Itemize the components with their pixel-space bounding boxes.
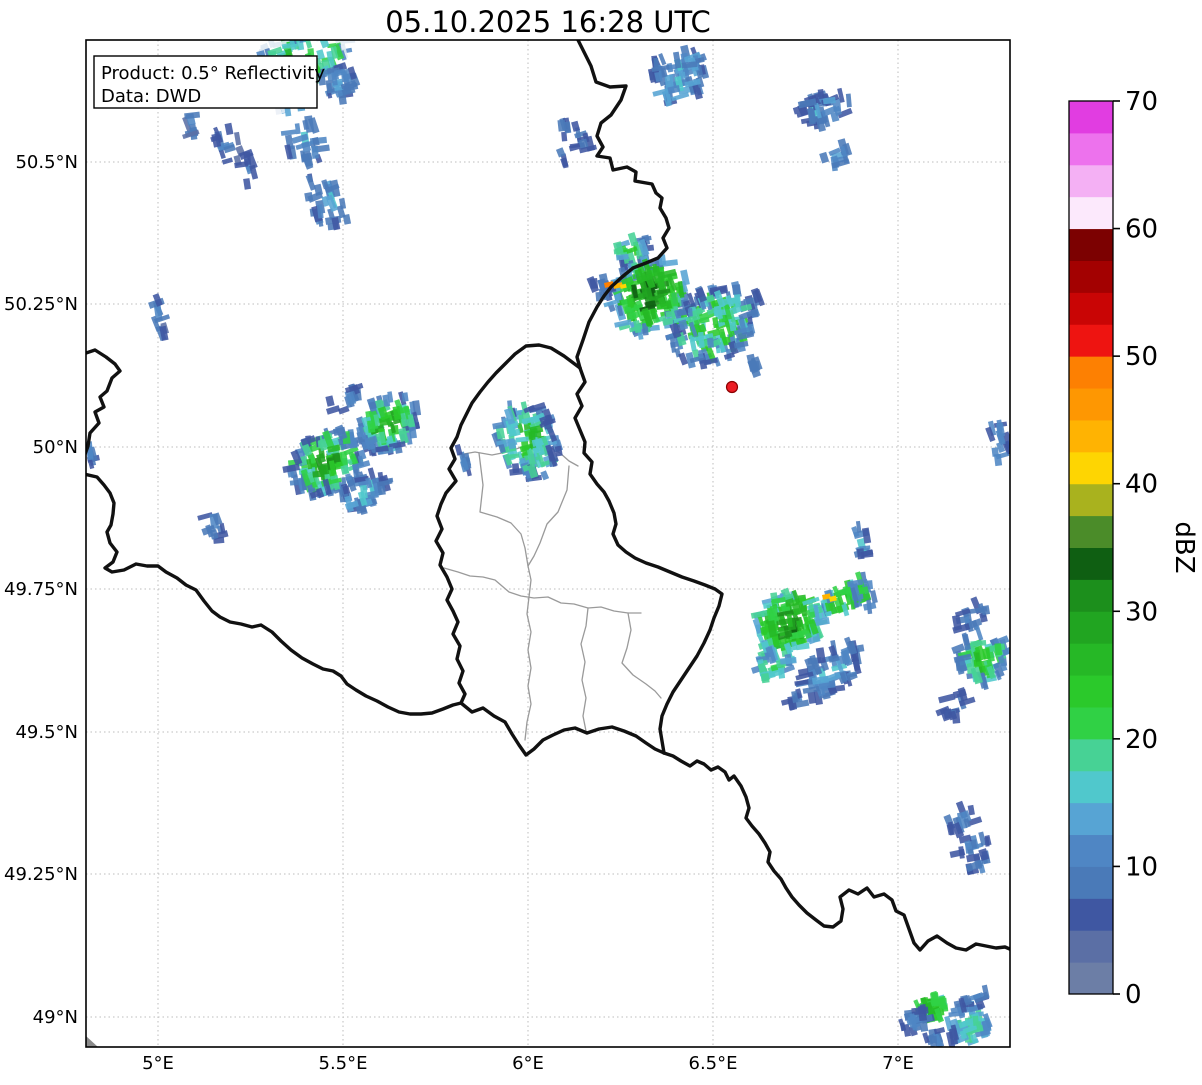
colorbar-segment [1069, 611, 1113, 644]
border-france-belgium [86, 472, 463, 716]
colorbar-segment [1069, 196, 1113, 230]
colorbar-segment [1069, 802, 1113, 836]
colorbar-segment [1069, 101, 1113, 134]
colorbar-segment [1069, 738, 1113, 772]
colorbar-segment [1069, 483, 1113, 517]
echo-blob-speck [304, 173, 352, 231]
colorbar-segment [1069, 228, 1113, 261]
echo-blob-west-blob-top [325, 382, 364, 415]
colorbar-tick-label: 0 [1125, 980, 1142, 1010]
colorbar-segment [1069, 675, 1113, 708]
echo-blob-east-blob [951, 625, 1010, 691]
y-axis-labels: 50.5°N 50.25°N 50°N 49.75°N 49.5°N 49.25°N 49°… [4, 152, 78, 1028]
colorbar-segment [1069, 164, 1113, 198]
colorbar-segment [1069, 292, 1113, 325]
y-tick-label: 50.5°N [15, 152, 78, 173]
colorbar-segment [1069, 451, 1113, 485]
info-box: Product: 0.5° Reflectivity Data: DWD [93, 55, 325, 109]
x-tick-label: 6.5°E [689, 1053, 738, 1074]
echo-blob-speck [851, 520, 874, 560]
colorbar-segment [1069, 866, 1113, 899]
colorbar-segment [1069, 356, 1113, 389]
colorbar-tick-label: 10 [1125, 852, 1158, 882]
info-box-product: Product: 0.5° Reflectivity [101, 63, 325, 84]
echo-blob-speck [943, 800, 983, 839]
echo-blob-speck [234, 148, 259, 190]
echo-blob-nlux-blob [491, 400, 564, 483]
echo-blob-west-blob-sw [282, 424, 371, 501]
border-france-belgium-givet [86, 348, 122, 457]
x-tick-label: 6°E [512, 1053, 544, 1074]
colorbar-tick-label: 50 [1125, 342, 1158, 372]
colorbar-segment [1069, 324, 1113, 357]
colorbar-tick-label: 20 [1125, 725, 1158, 755]
x-axis-labels: 5°E 5.5°E 6°E 6.5°E 7°E [142, 1053, 914, 1074]
colorbar-segment [1069, 515, 1113, 548]
colorbar: 0 10 20 30 40 50 60 70 [1068, 87, 1158, 1010]
figure-title: 05.10.2025 16:28 UTC [385, 5, 711, 39]
colorbar-segment [1069, 260, 1113, 293]
border-luxembourg-belgium [434, 343, 582, 705]
luxembourg-region-borders [443, 444, 662, 741]
y-tick-label: 49.75°N [4, 579, 78, 600]
echo-blob-speck [148, 293, 171, 342]
colorbar-tick-label: 30 [1125, 597, 1158, 627]
echo-blob-speck [454, 443, 472, 477]
echo-blob-speck [182, 111, 201, 141]
colorbar-segment [1069, 706, 1113, 740]
colorbar-segment [1069, 834, 1113, 867]
country-borders [86, 40, 1010, 952]
corner-map-patch [86, 1036, 98, 1047]
x-tick-label: 5.5°E [319, 1053, 368, 1074]
colorbar-segment [1069, 930, 1113, 963]
colorbar-tick-label: 40 [1125, 470, 1158, 500]
echo-blob-speck [210, 122, 246, 167]
echo-blob-speck [555, 147, 569, 169]
station-marker [725, 380, 739, 394]
colorbar-tick-label: 60 [1125, 215, 1158, 245]
colorbar-segment [1069, 770, 1113, 804]
echo-blob-east-blob-low [935, 687, 976, 724]
radar-map-canvas: 05.10.2025 16:28 UTC Product: 0.5° Refle… [4, 5, 1199, 1074]
border-luxembourg-france [459, 701, 666, 757]
colorbar-segment [1069, 419, 1113, 453]
colorbar-unit-label: dBZ [1169, 521, 1199, 573]
colorbar-segment [1069, 898, 1113, 931]
border-luxembourg-germany [573, 366, 724, 755]
echo-blob-ne-dash [819, 138, 853, 172]
echo-blob-se-blob-core [750, 587, 830, 658]
x-tick-label: 5°E [142, 1053, 174, 1074]
y-tick-label: 50.25°N [4, 294, 78, 315]
echo-blob-ne-cluster [792, 87, 853, 133]
radar-echoes [86, 40, 1010, 1047]
colorbar-segment [1069, 643, 1113, 676]
echo-blob-speck [746, 353, 763, 378]
colorbar-segment [1069, 388, 1113, 421]
y-tick-label: 50°N [33, 437, 78, 458]
echo-blob-speck [197, 512, 229, 544]
radar-figure: 05.10.2025 16:28 UTC Product: 0.5° Refle… [0, 0, 1202, 1081]
colorbar-tick-label: 70 [1125, 87, 1158, 117]
y-tick-label: 49°N [33, 1007, 78, 1028]
x-tick-label: 7°E [882, 1053, 914, 1074]
colorbar-segment [1069, 579, 1113, 612]
echo-blob-east-blob-top [951, 596, 991, 634]
echo-blob-speck [280, 115, 330, 170]
colorbar-segment [1069, 962, 1113, 995]
info-box-source: Data: DWD [101, 86, 201, 107]
colorbar-segment [1069, 132, 1113, 166]
echo-blob-speck [557, 117, 572, 142]
y-tick-label: 49.5°N [15, 722, 78, 743]
y-tick-label: 49.25°N [4, 864, 78, 885]
colorbar-segment [1069, 547, 1113, 580]
echo-blob-north-cluster [647, 44, 710, 107]
